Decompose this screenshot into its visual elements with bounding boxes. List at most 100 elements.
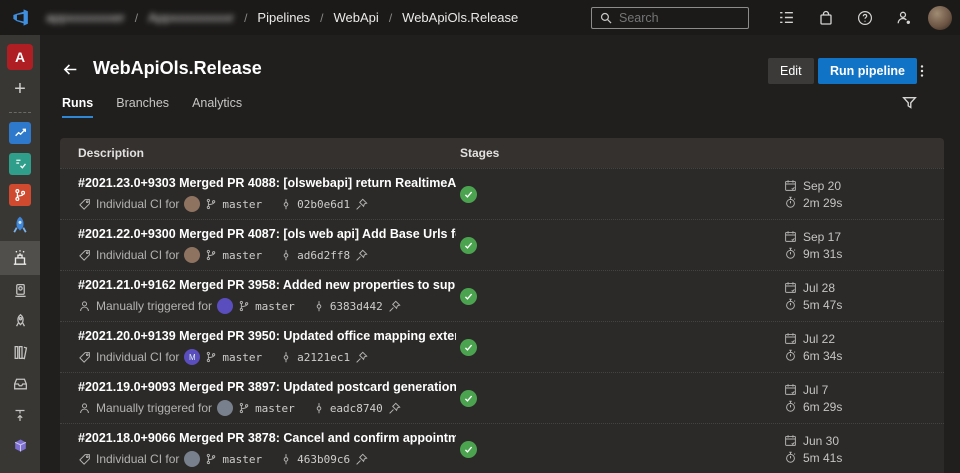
- stopwatch-icon: [784, 451, 797, 464]
- stage-success-icon[interactable]: [460, 237, 477, 254]
- requester-avatar[interactable]: [184, 247, 200, 263]
- commit-hash[interactable]: 02b0e6d1: [297, 198, 350, 211]
- user-settings-icon[interactable]: [884, 0, 923, 35]
- stopwatch-icon: [784, 400, 797, 413]
- pin-icon[interactable]: [388, 300, 401, 313]
- sidebar-item-boards[interactable]: [0, 148, 40, 179]
- pipeline-tabs: Runs Branches Analytics: [62, 96, 242, 118]
- stopwatch-icon: [784, 349, 797, 362]
- edit-button[interactable]: Edit: [768, 58, 814, 84]
- azure-devops-logo-icon[interactable]: [11, 8, 30, 27]
- run-date: Jul 22: [803, 332, 835, 346]
- stage-success-icon[interactable]: [460, 288, 477, 305]
- breadcrumb-pipelines[interactable]: Pipelines: [257, 10, 310, 25]
- requester-avatar[interactable]: [184, 451, 200, 467]
- run-duration: 5m 47s: [803, 298, 842, 312]
- artifacts-icon: [12, 437, 29, 454]
- more-options-icon[interactable]: [911, 60, 933, 82]
- tab-analytics[interactable]: Analytics: [192, 96, 242, 118]
- branch-icon: [205, 453, 217, 465]
- pipeline-run-row[interactable]: #2021.23.0+9303 Merged PR 4088: [olsweba…: [60, 168, 944, 219]
- tab-runs[interactable]: Runs: [62, 96, 93, 118]
- sidebar-item-library[interactable]: [0, 337, 40, 368]
- search-box[interactable]: [591, 7, 749, 29]
- run-duration: 2m 29s: [803, 196, 842, 210]
- sidebar-item-overview[interactable]: [0, 117, 40, 148]
- sidebar-item-pipelines[interactable]: [0, 210, 40, 241]
- sidebar-item-repos[interactable]: [0, 179, 40, 210]
- run-title[interactable]: #2021.18.0+9066 Merged PR 3878: Cancel a…: [78, 431, 456, 445]
- sidebar-item-task-groups[interactable]: [0, 368, 40, 399]
- user-avatar[interactable]: [928, 6, 952, 30]
- project-avatar[interactable]: A: [7, 44, 33, 70]
- calendar-icon: [784, 434, 797, 447]
- search-input[interactable]: [619, 11, 729, 25]
- run-trigger-label: Manually triggered for: [96, 401, 212, 415]
- filter-icon[interactable]: [901, 94, 918, 111]
- run-title[interactable]: #2021.22.0+9300 Merged PR 4087: [ols web…: [78, 227, 456, 241]
- commit-hash[interactable]: 463b09c6: [297, 453, 350, 466]
- pin-icon[interactable]: [355, 249, 368, 262]
- sidebar-item-deployment-groups[interactable]: [0, 399, 40, 430]
- breadcrumb-pipeline-name[interactable]: WebApiOls.Release: [402, 10, 518, 25]
- sidebar-item-releases[interactable]: [0, 306, 40, 337]
- pipeline-run-row[interactable]: #2021.18.0+9066 Merged PR 3878: Cancel a…: [60, 423, 944, 473]
- pipeline-run-row[interactable]: #2021.19.0+9093 Merged PR 3897: Updated …: [60, 372, 944, 423]
- marketplace-bag-icon[interactable]: [806, 0, 845, 35]
- requester-avatar[interactable]: M: [184, 349, 200, 365]
- branch-icon: [205, 351, 217, 363]
- stage-success-icon[interactable]: [460, 339, 477, 356]
- stage-success-icon[interactable]: [460, 186, 477, 203]
- person-icon: [78, 402, 91, 415]
- commit-hash[interactable]: a2121ec1: [297, 351, 350, 364]
- run-pipeline-button[interactable]: Run pipeline: [818, 58, 917, 84]
- pin-icon[interactable]: [355, 453, 368, 466]
- commit-hash[interactable]: eadc8740: [330, 402, 383, 415]
- run-title[interactable]: #2021.23.0+9303 Merged PR 4088: [olsweba…: [78, 176, 456, 190]
- pipeline-run-row[interactable]: #2021.21.0+9162 Merged PR 3958: Added ne…: [60, 270, 944, 321]
- requester-avatar[interactable]: [217, 400, 233, 416]
- branch-name[interactable]: master: [255, 300, 295, 313]
- run-date: Sep 17: [803, 230, 841, 244]
- pin-icon[interactable]: [355, 198, 368, 211]
- branch-name[interactable]: master: [222, 198, 262, 211]
- pipeline-run-row[interactable]: #2021.20.0+9139 Merged PR 3950: Updated …: [60, 321, 944, 372]
- calendar-icon: [784, 332, 797, 345]
- add-button[interactable]: +: [0, 76, 40, 107]
- requester-avatar[interactable]: [217, 298, 233, 314]
- releases-rocket-icon: [12, 313, 29, 330]
- table-header: Description Stages: [60, 138, 944, 168]
- pin-icon[interactable]: [355, 351, 368, 364]
- sidebar-item-builds[interactable]: [0, 241, 40, 275]
- sidebar-item-artifacts[interactable]: [0, 430, 40, 461]
- run-title[interactable]: #2021.21.0+9162 Merged PR 3958: Added ne…: [78, 278, 456, 292]
- branch-name[interactable]: master: [222, 453, 262, 466]
- commit-icon: [280, 198, 292, 210]
- requester-avatar[interactable]: [184, 196, 200, 212]
- sidebar-item-environments[interactable]: [0, 275, 40, 306]
- branch-name[interactable]: master: [255, 402, 295, 415]
- sidebar-divider: [9, 112, 31, 113]
- branch-name[interactable]: master: [222, 249, 262, 262]
- builds-icon: [11, 249, 29, 267]
- deployment-groups-icon: [12, 407, 28, 423]
- branch-icon: [238, 300, 250, 312]
- run-title[interactable]: #2021.20.0+9139 Merged PR 3950: Updated …: [78, 329, 456, 343]
- branch-name[interactable]: master: [222, 351, 262, 364]
- back-button[interactable]: [62, 61, 79, 78]
- breadcrumb-org[interactable]: appxxxxxxxer: [46, 10, 125, 25]
- task-list-icon[interactable]: [767, 0, 806, 35]
- commit-hash[interactable]: ad6d2ff8: [297, 249, 350, 262]
- help-icon[interactable]: [845, 0, 884, 35]
- breadcrumb-project[interactable]: Appxxxxxxxxxr: [148, 10, 234, 25]
- commit-hash[interactable]: 6383d442: [330, 300, 383, 313]
- column-stages: Stages: [460, 146, 499, 160]
- breadcrumb-folder[interactable]: WebApi: [334, 10, 379, 25]
- run-title[interactable]: #2021.19.0+9093 Merged PR 3897: Updated …: [78, 380, 456, 394]
- stage-success-icon[interactable]: [460, 390, 477, 407]
- pipeline-run-row[interactable]: #2021.22.0+9300 Merged PR 4087: [ols web…: [60, 219, 944, 270]
- stage-success-icon[interactable]: [460, 441, 477, 458]
- tab-branches[interactable]: Branches: [116, 96, 169, 118]
- pin-icon[interactable]: [388, 402, 401, 415]
- tag-icon: [78, 249, 91, 262]
